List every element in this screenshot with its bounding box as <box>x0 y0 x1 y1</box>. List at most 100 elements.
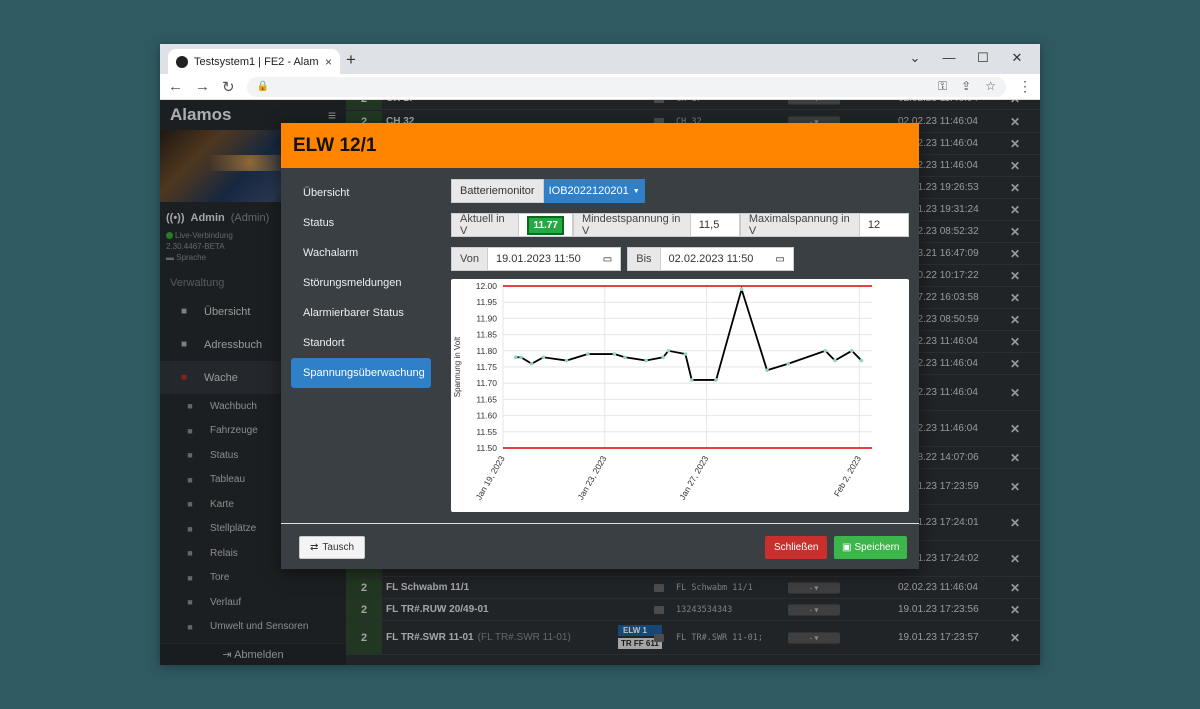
voltage-chart-svg: 12.00 11.95 11.90 11.85 11.80 11.75 11.70 11.65… <box>453 281 872 502</box>
data-point <box>833 358 837 363</box>
from-group: Von 19.01.2023 11:50 ▭ <box>451 247 622 271</box>
y-tick-label: 11.50 <box>476 443 497 453</box>
y-tick-label: 11.65 <box>476 394 497 404</box>
data-point <box>765 368 769 373</box>
data-point <box>739 287 744 292</box>
battery-label: Batteriemonitor <box>451 179 544 203</box>
to-date-input[interactable]: 02.02.2023 11:50 ▭ <box>660 247 794 271</box>
modal-nav-item-4[interactable]: Alarmierbarer Status <box>291 298 431 328</box>
y-tick-label: 11.85 <box>476 330 497 340</box>
from-date-input[interactable]: 19.01.2023 11:50 ▭ <box>487 247 622 271</box>
data-point <box>541 355 546 360</box>
data-point <box>689 378 694 382</box>
browser-window: Testsystem1 | FE2 - Alamos GmbH × + ⌄ — … <box>160 44 1040 665</box>
save-label: Speichern <box>854 542 900 553</box>
data-point <box>666 349 671 353</box>
floppy-icon: ▣ <box>842 542 852 553</box>
to-group: Bis 02.02.2023 11:50 ▭ <box>627 247 794 271</box>
y-tick-label: 11.80 <box>476 346 497 356</box>
bookmark-star-icon[interactable]: ☆ <box>985 79 996 94</box>
modal-nav-item-6[interactable]: Spannungsüberwachung <box>291 358 431 388</box>
current-value-box: 11.77 <box>519 213 573 237</box>
data-point <box>623 355 627 360</box>
lock-icon: 🔒 <box>256 81 270 92</box>
battery-value: IOB2022120201 <box>548 185 629 197</box>
key-icon[interactable]: ⚿ <box>938 79 947 94</box>
max-value[interactable]: 12 <box>859 213 909 237</box>
close-window-icon[interactable]: ✕ <box>1000 47 1034 69</box>
close-button[interactable]: Schließen <box>765 536 828 559</box>
share-icon[interactable]: ⇪ <box>961 79 971 94</box>
data-point <box>612 352 617 356</box>
modal-nav-item-3[interactable]: Störungsmeldungen <box>291 268 431 298</box>
modal-nav-item-1[interactable]: Status <box>291 208 431 238</box>
tab-search-icon[interactable]: ⌄ <box>898 47 932 69</box>
save-button[interactable]: ▣ Speichern <box>834 536 908 559</box>
modal-nav-item-0[interactable]: Übersicht <box>291 178 431 208</box>
url-input[interactable]: 🔒 ⚿ ⇪ ☆ <box>246 76 1006 97</box>
x-tick-label: Jan 27, 2023 <box>677 454 710 502</box>
date-range: Von 19.01.2023 11:50 ▭ Bis 02.02.2023 11… <box>451 247 909 271</box>
shuffle-icon: ⇄ <box>310 542 319 553</box>
tab-bar: Testsystem1 | FE2 - Alamos GmbH × + ⌄ — … <box>160 44 1040 74</box>
data-point <box>661 355 665 360</box>
y-tick-label: 11.55 <box>476 427 497 437</box>
y-tick-label: 11.70 <box>476 378 497 388</box>
voltage-values: Aktuell in V 11.77 Mindestspannung in V … <box>451 213 909 237</box>
data-point <box>683 352 688 356</box>
modal-body: Übersicht Status Wachalarm Störungsmeldunge… <box>281 168 919 523</box>
vehicle-modal: ELW 12/1 Übersicht Status Wachalarm Störung… <box>281 123 919 569</box>
data-point <box>786 361 791 366</box>
forward-icon[interactable]: → <box>195 78 210 95</box>
max-label: Maximalspannung in V <box>739 213 860 237</box>
caret-down-icon: ▼ <box>632 187 640 195</box>
calendar-icon[interactable]: ▭ <box>603 254 612 265</box>
modal-nav-item-5[interactable]: Standort <box>291 328 431 358</box>
new-tab-button[interactable]: + <box>346 50 356 70</box>
favicon-icon <box>176 55 188 68</box>
y-tick-label: 11.90 <box>476 313 497 323</box>
to-label: Bis <box>627 247 661 271</box>
voltage-panel: Batteriemonitor IOB2022120201 ▼ Aktuell … <box>451 179 909 512</box>
data-point <box>513 355 518 360</box>
browser-tab[interactable]: Testsystem1 | FE2 - Alamos GmbH × <box>168 49 340 74</box>
tausch-label: Tausch <box>322 542 355 553</box>
data-point <box>823 349 828 353</box>
modal-footer: ⇄ Tausch Schließen ▣ Speichern <box>281 523 919 569</box>
battery-dropdown[interactable]: IOB2022120201 ▼ <box>543 179 645 203</box>
modal-header: ELW 12/1 <box>281 123 919 168</box>
back-icon[interactable]: ← <box>168 78 183 95</box>
data-point <box>586 352 590 356</box>
data-point <box>519 355 523 360</box>
browser-menu-icon[interactable]: ⋮ <box>1018 78 1032 95</box>
data-point <box>850 349 854 353</box>
tab-title: Testsystem1 | FE2 - Alamos GmbH <box>194 55 319 68</box>
y-tick-label: 11.95 <box>476 297 497 307</box>
data-point <box>714 378 718 382</box>
app-area: Alamos ≡ ((•)) Admin (Admin) Live-Verbin… <box>160 100 1040 665</box>
data-point <box>529 361 534 366</box>
from-date-value: 19.01.2023 11:50 <box>495 253 581 265</box>
x-tick-label: Feb 2, 2023 <box>832 454 863 499</box>
calendar-icon[interactable]: ▭ <box>775 254 784 265</box>
y-tick-label: 11.60 <box>476 411 497 421</box>
y-tick-label: 12.00 <box>476 281 498 291</box>
tab-close-icon[interactable]: × <box>325 55 332 69</box>
minimize-icon[interactable]: — <box>932 47 966 69</box>
address-bar: ← → ↻ 🔒 ⚿ ⇪ ☆ ⋮ <box>160 74 1040 100</box>
data-point <box>859 358 864 363</box>
to-date-value: 02.02.2023 11:50 <box>668 253 754 265</box>
min-value[interactable]: 11,5 <box>690 213 740 237</box>
modal-nav-item-2[interactable]: Wachalarm <box>291 238 431 268</box>
maximize-icon[interactable]: ☐ <box>966 47 1000 69</box>
y-axis-label: Spannung in Volt <box>453 336 462 397</box>
current-value: 11.77 <box>527 215 564 235</box>
battery-selector: Batteriemonitor IOB2022120201 ▼ <box>451 179 909 203</box>
data-point <box>564 358 569 363</box>
data-point <box>644 358 648 363</box>
from-label: Von <box>451 247 488 271</box>
reload-icon[interactable]: ↻ <box>222 78 235 96</box>
tausch-button[interactable]: ⇄ Tausch <box>299 536 366 559</box>
current-label: Aktuell in V <box>451 213 520 237</box>
y-tick-label: 11.75 <box>476 362 497 372</box>
